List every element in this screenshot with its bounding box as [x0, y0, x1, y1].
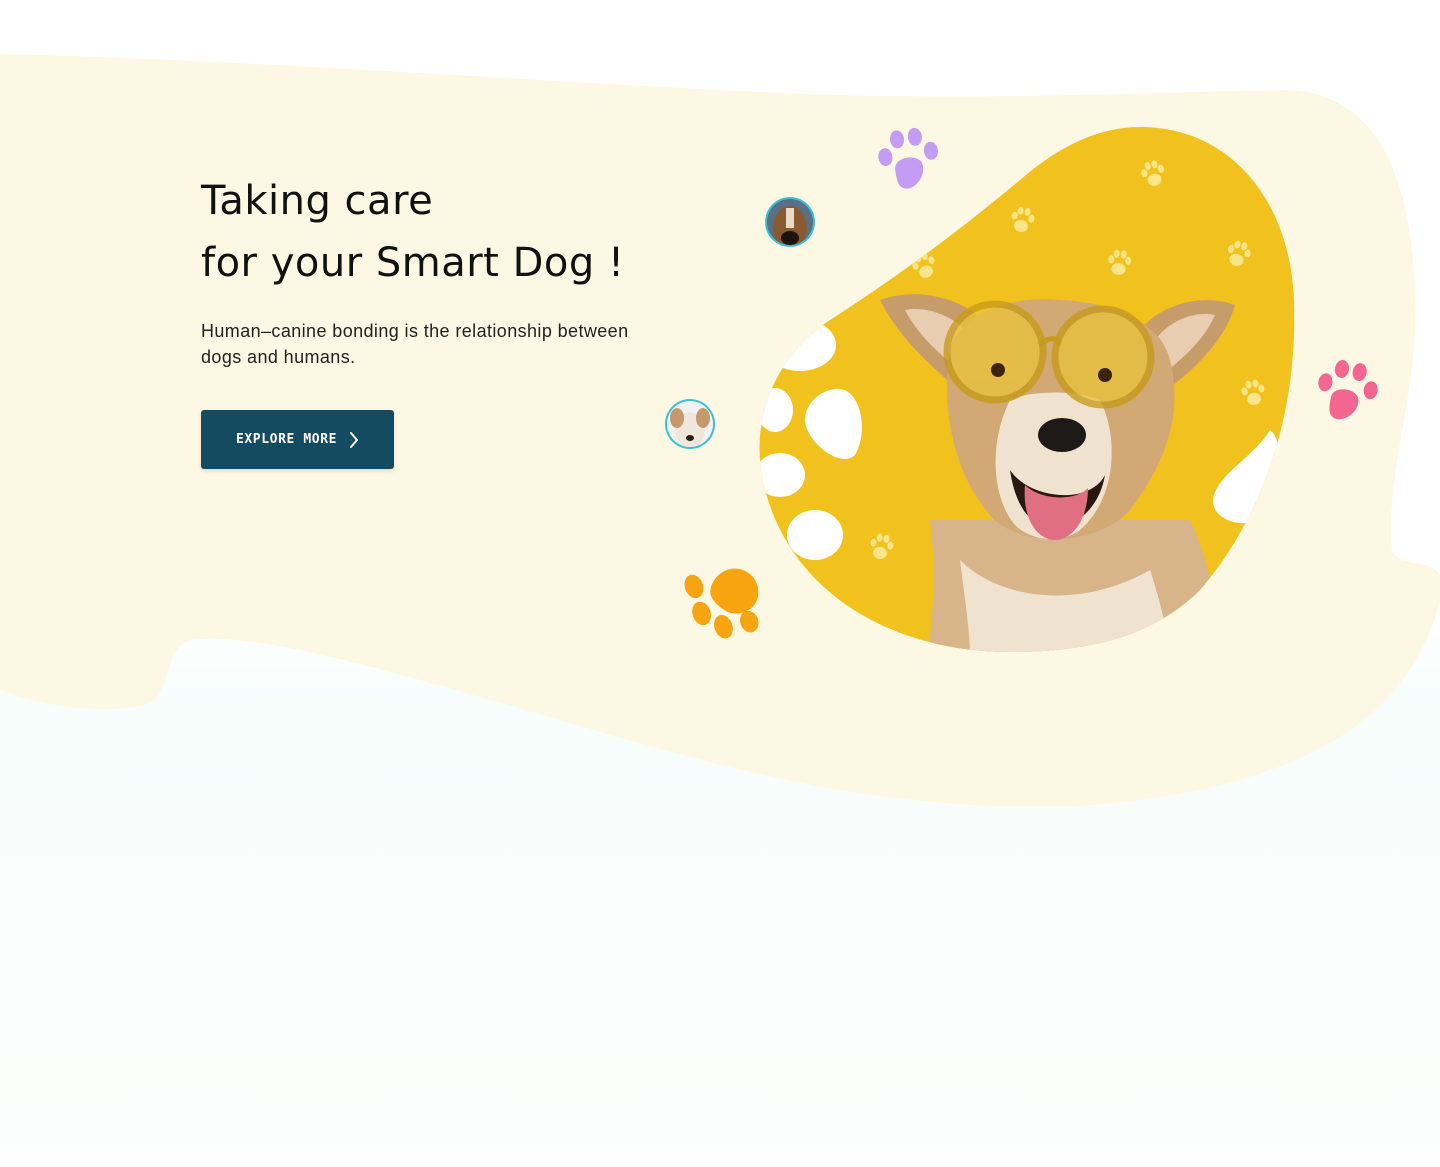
paw-icon-purple — [878, 127, 938, 189]
white-pad-shape — [764, 319, 836, 371]
white-pad-shape — [759, 388, 793, 432]
yellow-blob — [759, 127, 1295, 652]
hero-illustration — [665, 127, 1378, 652]
paw-icon-pink — [1318, 359, 1378, 420]
dog-avatar-2 — [665, 399, 715, 449]
landing-page: Taking care for your Smart Dog ! Human–c… — [0, 0, 1440, 1167]
white-pad-shape — [759, 453, 805, 497]
paw-icon-orange — [684, 568, 759, 639]
white-pad-shape — [787, 510, 843, 560]
dog-avatar-1 — [765, 197, 815, 247]
